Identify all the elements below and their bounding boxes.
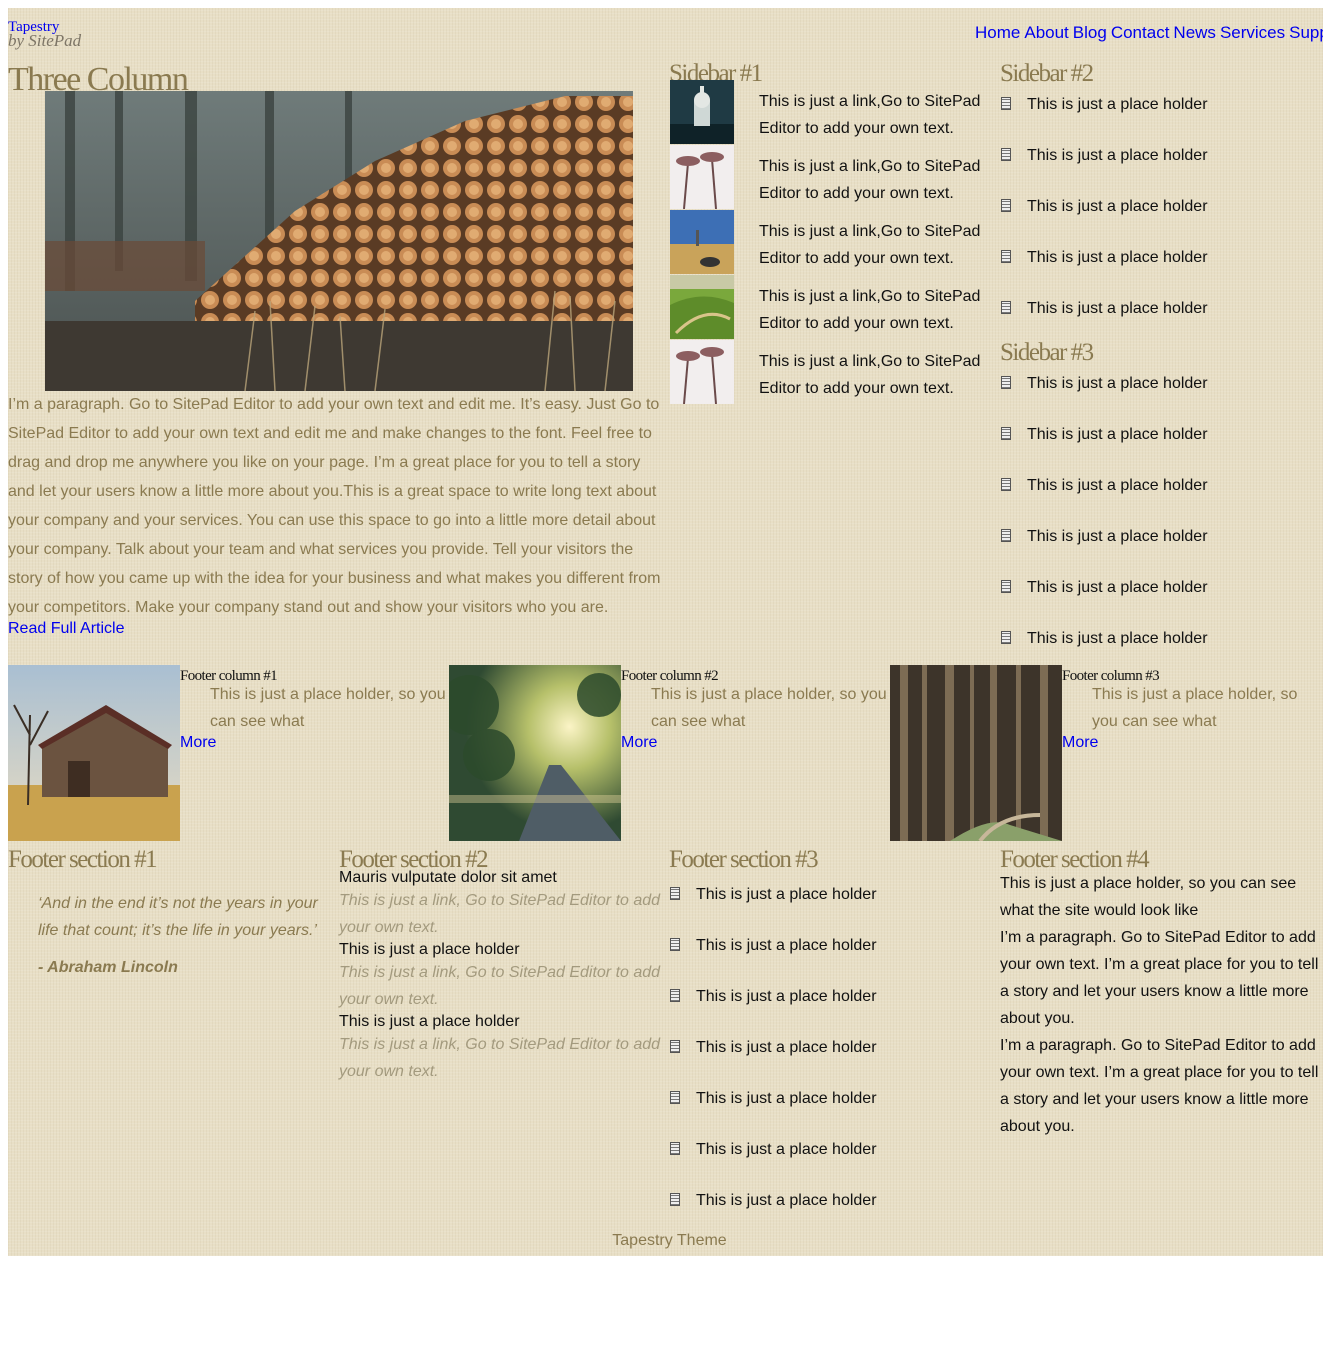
image-placeholder-icon [1001,529,1011,542]
list-item[interactable]: This is just a place holder [670,1090,877,1141]
image-placeholder-icon [1001,97,1011,110]
list-item[interactable]: This is just a place holder [670,886,877,937]
footer-column-3-more-link[interactable]: More [1062,734,1098,752]
list-item[interactable]: This is just a place holder [1001,198,1208,249]
footer-section-4-body: This is just a place holder, so you can … [1000,870,1322,1140]
sidebar1-list: This is just a link,Go to SitePad Editor… [670,80,990,405]
city-night-thumbnail [670,80,734,144]
image-placeholder-icon [1001,250,1011,263]
image-placeholder-icon [670,989,680,1002]
nav-news[interactable]: News [1173,23,1216,42]
palm-trees-thumbnail [670,145,734,209]
nav-blog[interactable]: Blog [1073,23,1107,42]
image-placeholder-icon [1001,580,1011,593]
list-item[interactable]: This is just a place holder [1001,147,1208,198]
image-placeholder-icon [670,1091,680,1104]
image-placeholder-icon [1001,148,1011,161]
main-nav: HomeAbout BlogContactNewsServicesSuppor [975,23,1323,43]
footer-credit: Tapestry Theme [612,1232,727,1249]
read-full-article-link[interactable]: Read Full Article [8,620,125,638]
footer-column-1-text: This is just a place holder, so you can … [210,686,446,730]
forest-image [890,665,1062,843]
footer-section-2-list: Mauris vulputate dolor sit amet This is … [339,869,669,1085]
green-hills-thumbnail [670,275,734,339]
footer-section-1-title: Footer section #1 [8,846,158,873]
footer-column-1-more-link[interactable]: More [180,734,216,752]
footer-entry-link[interactable]: This is just a link, Go to SitePad Edito… [339,887,669,941]
sidebar1-item[interactable]: This is just a link,Go to SitePad Editor… [670,210,990,275]
list-item[interactable]: This is just a place holder [1001,249,1208,300]
list-item[interactable]: This is just a place holder [670,937,877,988]
image-placeholder-icon [1001,631,1011,644]
sidebar2-list: This is just a place holder This is just… [1001,96,1208,351]
image-placeholder-icon [670,887,680,900]
sidebar1-item[interactable]: This is just a link,Go to SitePad Editor… [670,145,990,210]
sidebar3-title: Sidebar #3 [1000,339,1094,366]
sidebar1-item-text[interactable]: This is just a link,Go to SitePad Editor… [759,283,989,337]
footer-column-2-more-link[interactable]: More [621,734,657,752]
footer-quote-author: - Abraham Lincoln [38,959,178,976]
sidebar1-item[interactable]: This is just a link,Go to SitePad Editor… [670,275,990,340]
sidebar1-item-text[interactable]: This is just a link,Go to SitePad Editor… [759,153,989,207]
image-placeholder-icon [1001,478,1011,491]
footer-section-4-lead: This is just a place holder, so you can … [1000,875,1297,919]
image-placeholder-icon [670,1193,680,1206]
list-item[interactable]: This is just a place holder [1001,528,1208,579]
sidebar1-item[interactable]: This is just a link,Go to SitePad Editor… [670,80,990,145]
footer-column-3-text: This is just a place holder, so you can … [1092,686,1298,730]
list-item[interactable]: This is just a place holder [1001,96,1208,147]
footer-section-3-list: This is just a place holder This is just… [670,886,877,1243]
sunlit-road-image [439,665,621,841]
footer-section-3-title: Footer section #3 [669,846,819,873]
sidebar1-item-text[interactable]: This is just a link,Go to SitePad Editor… [759,218,989,272]
image-placeholder-icon [1001,199,1011,212]
list-item[interactable]: This is just a place holder [1001,579,1208,630]
footer-section-4-paragraph: I’m a paragraph. Go to SitePad Editor to… [1000,929,1319,1027]
footer-entry-link[interactable]: This is just a link, Go to SitePad Edito… [339,959,669,1013]
main-paragraph: I’m a paragraph. Go to SitePad Editor to… [8,396,661,616]
list-item[interactable]: This is just a place holder [1001,426,1208,477]
page: Tapestry by SitePad Home About Blog Contact… [8,8,1323,1256]
nav-about[interactable]: About [1024,23,1068,42]
image-placeholder-icon [670,1142,680,1155]
list-item[interactable]: This is just a place holder [1001,477,1208,528]
image-placeholder-icon [1001,376,1011,389]
nav-contact[interactable]: Contact [1111,23,1170,42]
footer-entry-heading[interactable]: This is just a place holder [339,941,669,959]
nav-support[interactable]: Suppor [1289,23,1323,42]
palm-trees-thumbnail [670,340,734,404]
site-tagline: by SitePad [8,31,82,50]
list-item[interactable]: This is just a place holder [1001,375,1208,426]
image-placeholder-icon [1001,427,1011,440]
nav-home[interactable]: Home [975,23,1020,42]
footer-entry-link[interactable]: This is just a link, Go to SitePad Edito… [339,1031,669,1085]
sidebar1-item[interactable]: This is just a link,Go to SitePad Editor… [670,340,990,405]
list-item[interactable]: This is just a place holder [670,1141,877,1192]
footer-entry-heading[interactable]: This is just a place holder [339,1013,669,1031]
footer-quote: ‘And in the end it’s not the years in yo… [38,895,318,939]
footer-entry-heading[interactable]: Mauris vulputate dolor sit amet [339,869,669,887]
sidebar2-title: Sidebar #2 [1000,60,1094,87]
hero-image [45,91,633,392]
image-placeholder-icon [1001,301,1011,314]
field-sky-thumbnail [670,210,734,274]
sidebar1-item-text[interactable]: This is just a link,Go to SitePad Editor… [759,88,989,142]
footer-section-4-paragraph: I’m a paragraph. Go to SitePad Editor to… [1000,1037,1319,1135]
footer-column-2-text: This is just a place holder, so you can … [651,686,887,730]
nav-services[interactable]: Services [1220,23,1285,42]
image-placeholder-icon [670,1040,680,1053]
list-item[interactable]: This is just a place holder [670,1039,877,1090]
list-item[interactable]: This is just a place holder [670,988,877,1039]
image-placeholder-icon [670,938,680,951]
sidebar3-list: This is just a place holder This is just… [1001,375,1208,681]
sidebar1-item-text[interactable]: This is just a link,Go to SitePad Editor… [759,348,989,402]
barn-image [8,665,180,841]
